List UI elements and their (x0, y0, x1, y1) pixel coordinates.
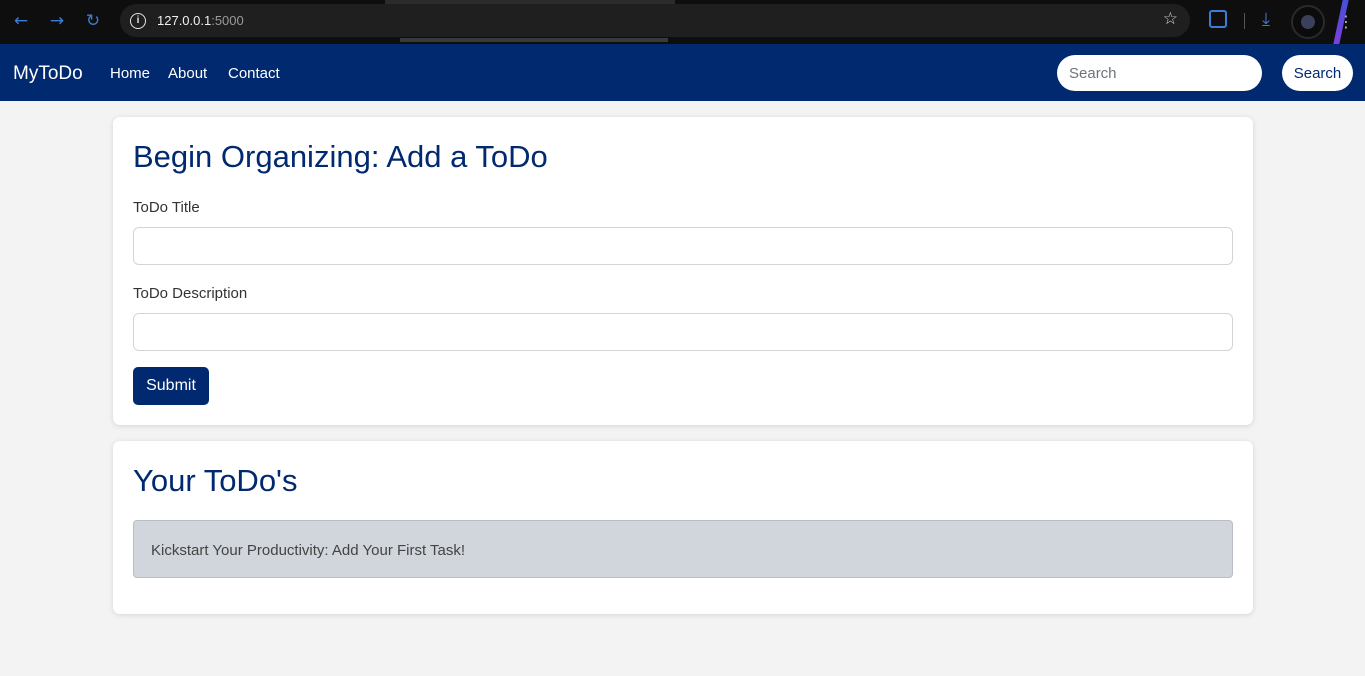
todo-title-label: ToDo Title (133, 199, 200, 216)
forward-arrow-icon[interactable]: → (46, 10, 68, 32)
nav-link-about[interactable]: About (168, 65, 207, 82)
app-navbar: MyToDo Home About Contact Search (0, 44, 1365, 101)
empty-todo-message: Kickstart Your Productivity: Add Your Fi… (151, 542, 466, 559)
empty-todo-alert: Kickstart Your Productivity: Add Your Fi… (133, 520, 1233, 578)
todo-description-label: ToDo Description (133, 285, 248, 302)
address-url[interactable]: 127.0.0.1:5000 (157, 13, 244, 28)
bookmark-star-icon[interactable]: ☆ (1163, 9, 1178, 29)
todo-title-input[interactable] (133, 227, 1233, 265)
toolbar-divider (1244, 13, 1245, 29)
todo-list-heading: Your ToDo's (133, 463, 298, 498)
url-port: :5000 (211, 13, 244, 28)
add-todo-heading: Begin Organizing: Add a ToDo (133, 139, 548, 174)
submit-button[interactable]: Submit (133, 367, 209, 405)
todo-description-input[interactable] (133, 313, 1233, 351)
browser-menu-icon[interactable]: ⋮ (1338, 12, 1354, 32)
extensions-icon[interactable] (1209, 10, 1227, 28)
add-todo-card: Begin Organizing: Add a ToDo ToDo Title … (113, 117, 1253, 425)
download-icon[interactable]: ⤓ (1262, 9, 1270, 30)
search-input[interactable] (1057, 55, 1262, 91)
address-bar[interactable]: i 127.0.0.1:5000 ☆ (120, 4, 1190, 37)
profile-avatar[interactable] (1291, 5, 1325, 39)
nav-link-contact[interactable]: Contact (228, 65, 280, 82)
tab-strip-lower (400, 38, 668, 42)
browser-chrome: ← → ↻ i 127.0.0.1:5000 ☆ ⤓ ⋮ (0, 0, 1365, 44)
todo-list-card: Your ToDo's Kickstart Your Productivity:… (113, 441, 1253, 614)
back-arrow-icon[interactable]: ← (10, 10, 32, 32)
search-button[interactable]: Search (1282, 55, 1353, 91)
site-info-icon[interactable]: i (130, 13, 146, 29)
nav-link-home[interactable]: Home (110, 65, 150, 82)
brand-logo[interactable]: MyToDo (13, 63, 83, 85)
url-host: 127.0.0.1 (157, 13, 212, 28)
reload-icon[interactable]: ↻ (82, 10, 104, 32)
